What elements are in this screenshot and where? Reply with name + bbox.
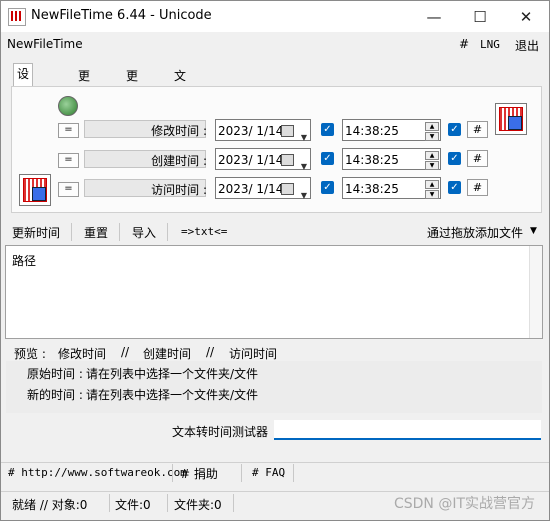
preview-separator: // — [206, 345, 215, 359]
divider — [241, 464, 242, 482]
menu-hash[interactable]: # — [459, 37, 469, 51]
access-time-field[interactable]: 14:38:25 ▲ ▼ — [342, 177, 441, 199]
preview-access-label: 访问时间 — [229, 347, 278, 361]
chevron-down-icon[interactable]: ▼ — [530, 226, 537, 236]
calendar-icon — [281, 183, 294, 195]
access-time-checkbox[interactable]: ✓ — [448, 181, 461, 194]
create-date-value: 2023/ 1/14 — [218, 153, 284, 167]
new-time-value: 请在列表中选择一个文件夹/文件 — [86, 388, 259, 402]
hash-button[interactable]: # — [467, 150, 488, 167]
access-date-value: 2023/ 1/14 — [218, 182, 284, 196]
modify-time-label: 修改时间 : — [151, 124, 207, 138]
divider — [172, 464, 173, 482]
access-date-checkbox[interactable]: ✓ — [321, 181, 334, 194]
menu-app-name[interactable]: NewFileTime — [7, 37, 83, 51]
create-time-label: 创建时间 : — [151, 154, 207, 168]
divider — [71, 223, 72, 241]
file-list[interactable]: 路径 — [5, 245, 543, 339]
close-button[interactable]: ✕ — [503, 1, 549, 32]
menu-language[interactable]: LNG — [480, 38, 500, 51]
refresh-icon[interactable] — [58, 96, 78, 116]
modify-date-picker[interactable]: 2023/ 1/14 ▼ — [215, 119, 311, 142]
text-to-time-tester-label: 文本转时间测试器 — [172, 425, 269, 439]
create-date-checkbox[interactable]: ✓ — [321, 152, 334, 165]
file-time-icon[interactable] — [19, 174, 51, 206]
divider — [167, 494, 168, 512]
time-spinner[interactable]: ▲ ▼ — [425, 151, 439, 170]
minimize-button[interactable]: — — [411, 1, 457, 32]
preview-separator: // — [121, 345, 130, 359]
chevron-down-icon: ▼ — [300, 162, 307, 171]
txt-export-button[interactable]: =>txt<= — [181, 225, 227, 238]
divider — [119, 223, 120, 241]
watermark: CSDN @IT实战营官方 — [393, 496, 535, 512]
preview-create-label: 创建时间 — [143, 347, 192, 361]
create-time-value: 14:38:25 — [345, 153, 399, 167]
app-window: NewFileTime 6.44 - Unicode — ☐ ✕ NewFile… — [0, 0, 550, 521]
equal-button[interactable]: = — [58, 153, 79, 168]
access-date-picker[interactable]: 2023/ 1/14 ▼ — [215, 177, 311, 200]
equal-button[interactable]: = — [58, 182, 79, 197]
path-column-header[interactable]: 路径 — [12, 252, 36, 269]
divider — [167, 223, 168, 241]
maximize-button[interactable]: ☐ — [457, 1, 503, 32]
tab-set-time[interactable]: 设置时间 — [13, 63, 34, 141]
create-time-checkbox[interactable]: ✓ — [448, 152, 461, 165]
modify-time-field[interactable]: 14:38:25 ▲ ▼ — [342, 119, 441, 141]
status-folders: 文件夹:0 — [174, 498, 222, 512]
original-time-label: 原始时间 : — [27, 367, 83, 381]
reset-button[interactable]: 重置 — [84, 224, 108, 241]
tab-later[interactable]: 更晚些 — [122, 65, 142, 123]
add-via-drag-button[interactable]: 通过拖放添加文件 — [427, 224, 523, 241]
hash-button[interactable]: # — [467, 121, 488, 138]
calendar-icon — [281, 125, 294, 137]
chevron-down-icon: ▼ — [300, 191, 307, 200]
list-scrollbar[interactable] — [529, 246, 542, 338]
file-time-icon[interactable] — [495, 103, 527, 135]
links-bar: # http://www.softwareok.com # 捐助 # FAQ — [1, 462, 549, 483]
access-time-label: 访问时间 : — [151, 183, 207, 197]
modify-time-value: 14:38:25 — [345, 124, 399, 138]
text-to-time-tester-input[interactable] — [274, 420, 541, 440]
tab-filename-to-time[interactable]: 文件名转时间 — [170, 65, 190, 183]
equal-button[interactable]: = — [58, 123, 79, 138]
create-time-field[interactable]: 14:38:25 ▲ ▼ — [342, 148, 441, 170]
update-time-button[interactable]: 更新时间 — [12, 224, 60, 241]
donate-link[interactable]: # 捐助 — [180, 465, 218, 482]
app-icon — [8, 8, 26, 26]
preview-label: 预览 : — [14, 347, 46, 361]
access-time-value: 14:38:25 — [345, 182, 399, 196]
hash-button[interactable]: # — [467, 179, 488, 196]
window-title: NewFileTime 6.44 - Unicode — [31, 8, 212, 23]
status-ready: 就绪 // 对象:0 — [12, 498, 88, 512]
title-bar: NewFileTime 6.44 - Unicode — ☐ ✕ — [1, 1, 549, 32]
divider — [233, 494, 234, 512]
import-button[interactable]: 导入 — [132, 224, 156, 241]
time-spinner[interactable]: ▲ ▼ — [425, 122, 439, 141]
create-date-picker[interactable]: 2023/ 1/14 ▼ — [215, 148, 311, 171]
divider — [109, 494, 110, 512]
tab-earlier[interactable]: 更早些 — [74, 65, 94, 123]
status-files: 文件:0 — [115, 498, 151, 512]
new-time-label: 新的时间 : — [27, 388, 83, 402]
modify-time-checkbox[interactable]: ✓ — [448, 123, 461, 136]
modify-date-checkbox[interactable]: ✓ — [321, 123, 334, 136]
chevron-down-icon: ▼ — [300, 133, 307, 142]
faq-link[interactable]: # FAQ — [252, 466, 285, 479]
action-toolbar: 更新时间 重置 导入 =>txt<= 通过拖放添加文件 ▼ — [1, 222, 549, 242]
preview-modify-label: 修改时间 — [58, 347, 107, 361]
original-time-value: 请在列表中选择一个文件夹/文件 — [86, 367, 259, 381]
website-link[interactable]: # http://www.softwareok.com — [8, 466, 187, 479]
divider — [293, 464, 294, 482]
calendar-icon — [281, 154, 294, 166]
modify-date-value: 2023/ 1/14 — [218, 124, 284, 138]
menu-exit[interactable]: 退出 — [515, 37, 539, 54]
time-spinner[interactable]: ▲ ▼ — [425, 180, 439, 199]
